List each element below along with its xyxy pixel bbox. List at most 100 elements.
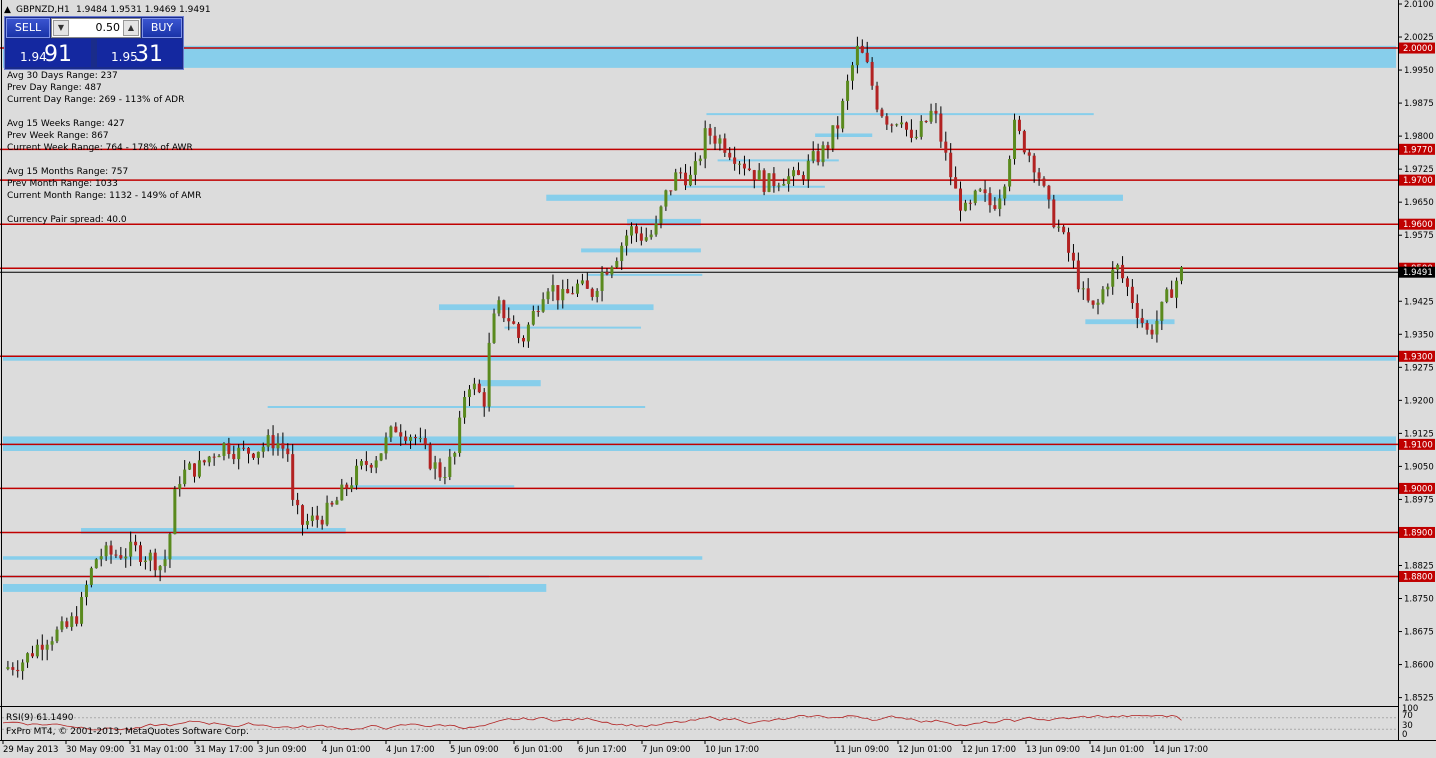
candle-body bbox=[733, 157, 737, 164]
buy-price-box[interactable]: 1.95 31 bbox=[97, 39, 182, 67]
candle-body bbox=[70, 616, 74, 627]
candle-body bbox=[94, 559, 98, 569]
candle-body bbox=[448, 456, 452, 478]
candle-body bbox=[787, 176, 791, 185]
y-axis-label: 1.9575 bbox=[1404, 231, 1434, 241]
candle-body bbox=[1175, 280, 1179, 298]
candle-body bbox=[811, 151, 815, 161]
candle-body bbox=[423, 438, 427, 445]
y-axis-label: 2.0100 bbox=[1404, 0, 1434, 10]
y-axis-label: 1.9650 bbox=[1404, 198, 1434, 208]
sell-price-pips: 91 bbox=[44, 42, 72, 67]
sell-button[interactable]: SELL bbox=[6, 18, 50, 38]
candle-body bbox=[625, 235, 629, 246]
y-axis-label: 1.9350 bbox=[1404, 330, 1434, 340]
candle-body bbox=[1170, 289, 1174, 298]
collapse-icon[interactable]: ▲ bbox=[4, 5, 11, 15]
sr-zone bbox=[815, 133, 873, 137]
x-axis-label: 14 Jun 17:00 bbox=[1154, 745, 1208, 755]
candle-body bbox=[688, 174, 692, 186]
candle-body bbox=[1165, 289, 1169, 302]
candle-body bbox=[394, 426, 398, 433]
candle-body bbox=[796, 170, 800, 176]
candle-body bbox=[620, 245, 624, 262]
buy-button[interactable]: BUY bbox=[142, 18, 182, 38]
y-axis-label: 2.0025 bbox=[1404, 33, 1434, 43]
price-chart[interactable]: 10070300 2.01002.00251.99501.98751.98001… bbox=[0, 0, 1436, 758]
lot-decrease-icon[interactable]: ▼ bbox=[53, 20, 69, 36]
candle-body bbox=[561, 289, 565, 301]
candle-body bbox=[438, 462, 442, 478]
x-axis-label: 13 Jun 09:00 bbox=[1026, 745, 1080, 755]
x-axis-label: 5 Jun 09:00 bbox=[450, 745, 499, 755]
candle-body bbox=[747, 168, 751, 171]
candle-body bbox=[65, 621, 69, 627]
candle-body bbox=[1057, 226, 1061, 228]
x-axis-label: 10 Jun 17:00 bbox=[705, 745, 759, 755]
candle-body bbox=[806, 160, 810, 180]
candle-body bbox=[183, 469, 187, 485]
candle-body bbox=[1130, 286, 1134, 304]
mt4-chart-window[interactable]: 100 70 30 0 2.0100 2.0025 1.9950 1.9875 1.9800 1… bbox=[0, 0, 1436, 758]
candle-body bbox=[850, 65, 854, 81]
candle-body bbox=[934, 110, 938, 114]
candle-body bbox=[50, 641, 54, 645]
sr-zone bbox=[3, 556, 703, 560]
sr-zone bbox=[439, 304, 654, 311]
candle-body bbox=[21, 662, 25, 672]
symbol-title: GBPNZD,H1 bbox=[16, 5, 70, 15]
current-price-label: 1.9491 bbox=[1403, 268, 1433, 278]
candle-body bbox=[1032, 155, 1036, 173]
candle-body bbox=[247, 447, 251, 454]
candle-body bbox=[713, 135, 717, 144]
candle-body bbox=[585, 280, 589, 289]
candle-body bbox=[880, 109, 884, 117]
candle-body bbox=[242, 447, 246, 449]
x-axis-label: 12 Jun 17:00 bbox=[962, 745, 1016, 755]
candle-body bbox=[1008, 158, 1012, 187]
candle-body bbox=[521, 337, 525, 342]
candle-body bbox=[659, 206, 663, 224]
stat-line: Prev Week Range: 867 bbox=[7, 131, 109, 141]
x-axis-label: 6 Jun 17:00 bbox=[578, 745, 627, 755]
candle-body bbox=[256, 451, 260, 458]
stat-line: Currency Pair spread: 40.0 bbox=[7, 215, 127, 225]
candle-body bbox=[60, 621, 64, 630]
y-axis-label: 1.9425 bbox=[1404, 297, 1434, 307]
candle-body bbox=[134, 541, 138, 546]
candle-body bbox=[350, 485, 354, 489]
candle-body bbox=[227, 443, 231, 455]
y-axis-label: 1.8750 bbox=[1404, 595, 1434, 605]
candle-body bbox=[1047, 185, 1051, 200]
candle-body bbox=[232, 454, 236, 460]
candle-body bbox=[384, 437, 388, 454]
lot-size-input[interactable] bbox=[70, 20, 120, 34]
candle-body bbox=[1086, 288, 1090, 301]
candle-body bbox=[301, 505, 305, 525]
candle-body bbox=[865, 52, 869, 62]
candle-body bbox=[782, 184, 786, 186]
candle-body bbox=[55, 629, 59, 642]
level-label: 1.8900 bbox=[1403, 528, 1433, 538]
level-label: 1.8800 bbox=[1403, 572, 1433, 582]
candle-body bbox=[1101, 289, 1105, 303]
sell-price-box[interactable]: 1.94 91 bbox=[6, 39, 91, 67]
lot-increase-icon[interactable]: ▲ bbox=[123, 20, 139, 36]
candle-body bbox=[580, 280, 584, 284]
candle-body bbox=[1081, 288, 1085, 290]
candle-body bbox=[45, 644, 49, 650]
candle-body bbox=[841, 100, 845, 129]
lot-size-spinner[interactable]: ▼ ▲ bbox=[51, 18, 141, 38]
stat-line: Prev Day Range: 487 bbox=[7, 83, 102, 93]
candle-body bbox=[914, 136, 918, 138]
level-label: 1.9300 bbox=[1403, 352, 1433, 362]
candle-body bbox=[693, 161, 697, 175]
candle-body bbox=[188, 463, 192, 470]
candle-body bbox=[752, 170, 756, 181]
candle-body bbox=[389, 426, 393, 438]
stat-line: Avg 30 Days Range: 237 bbox=[7, 71, 118, 81]
candle-body bbox=[369, 464, 373, 468]
candle-body bbox=[104, 545, 108, 557]
candle-body bbox=[517, 323, 521, 338]
candle-body bbox=[1116, 264, 1120, 270]
